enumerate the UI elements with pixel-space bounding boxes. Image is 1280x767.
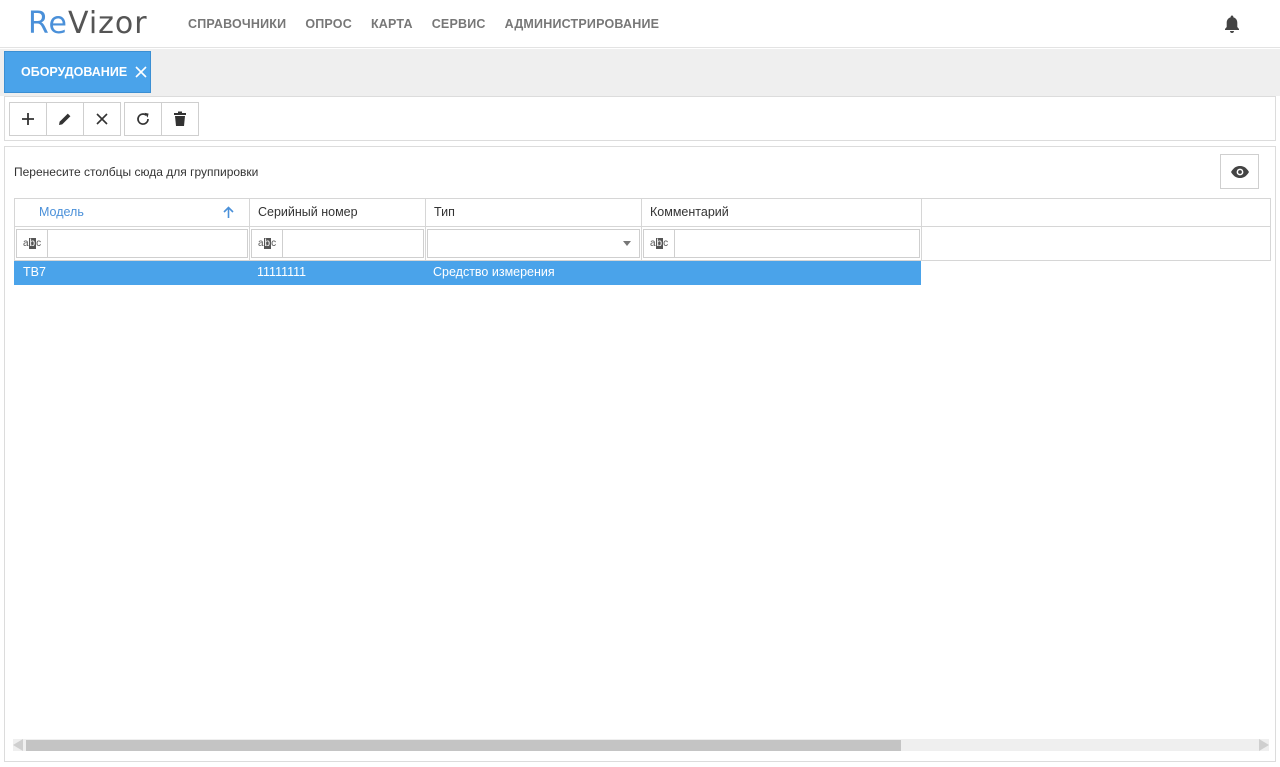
nav-item-survey[interactable]: ОПРОС (305, 17, 352, 31)
eye-icon (1230, 165, 1249, 178)
grid-filter-row: abc abc abc (14, 227, 1271, 261)
text-filter-icon[interactable]: abc (252, 230, 283, 257)
cell-comment (640, 261, 920, 285)
nav-item-map[interactable]: КАРТА (371, 17, 413, 31)
top-bar: ReVizor СПРАВОЧНИКИ ОПРОС КАРТА СЕРВИС А… (0, 0, 1280, 48)
filter-cell-type (426, 227, 642, 260)
refresh-icon (137, 112, 149, 125)
cancel-button[interactable] (83, 102, 121, 136)
toolbar (4, 96, 1276, 141)
scroll-right-arrow[interactable] (1259, 739, 1269, 751)
data-grid: Перенесите столбцы сюда для группировки … (4, 146, 1276, 762)
text-filter-icon[interactable]: abc (644, 230, 675, 257)
column-header-comment[interactable]: Комментарий (642, 199, 922, 226)
filter-cell-model: abc (15, 227, 250, 260)
filter-select-type[interactable] (427, 229, 640, 258)
cell-type: Средство измерения (433, 265, 555, 279)
text-filter-icon[interactable]: abc (17, 230, 48, 257)
add-button[interactable] (9, 102, 47, 136)
filter-cell-comment: abc (642, 227, 922, 260)
column-header-type[interactable]: Тип (426, 199, 642, 226)
sort-ascending-icon (223, 206, 234, 218)
close-icon (96, 113, 108, 125)
tab-strip: ОБОРУДОВАНИЕ (0, 49, 1280, 96)
scrollbar-thumb[interactable] (26, 740, 901, 751)
delete-button[interactable] (161, 102, 199, 136)
tab-equipment[interactable]: ОБОРУДОВАНИЕ (4, 51, 151, 93)
refresh-button[interactable] (124, 102, 162, 136)
column-header-type-label: Тип (434, 205, 455, 219)
tab-equipment-label: ОБОРУДОВАНИЕ (21, 65, 128, 79)
plus-icon (22, 113, 34, 125)
main-nav: СПРАВОЧНИКИ ОПРОС КАРТА СЕРВИС АДМИНИСТР… (188, 0, 678, 48)
column-chooser-button[interactable] (1220, 154, 1259, 189)
logo-part-re: Re (28, 6, 68, 41)
app-logo[interactable]: ReVizor (28, 6, 148, 41)
column-header-serial[interactable]: Серийный номер (250, 199, 426, 226)
column-header-serial-label: Серийный номер (258, 205, 358, 219)
filter-input-serial[interactable]: abc (251, 229, 424, 258)
nav-item-service[interactable]: СЕРВИС (432, 17, 486, 31)
pencil-icon (59, 113, 71, 125)
column-header-comment-label: Комментарий (650, 205, 729, 219)
cell-serial: 11111111 (257, 265, 307, 279)
nav-item-administration[interactable]: АДМИНИСТРИРОВАНИЕ (505, 17, 660, 31)
scroll-left-arrow[interactable] (13, 739, 23, 751)
trash-icon (174, 111, 186, 126)
column-header-model[interactable]: Модель (15, 199, 250, 226)
table-row[interactable]: ТВ7 11111111 Средство измерения (14, 261, 921, 285)
group-panel-hint[interactable]: Перенесите столбцы сюда для группировки (14, 165, 258, 179)
bell-icon[interactable] (1223, 14, 1241, 34)
close-icon[interactable] (134, 65, 148, 79)
horizontal-scrollbar[interactable] (13, 739, 1269, 751)
filter-cell-serial: abc (250, 227, 426, 260)
cell-model: ТВ7 (23, 265, 46, 279)
logo-part-vizor: Vizor (67, 6, 148, 41)
grid-header-row: Модель Серийный номер Тип Комментарий (14, 198, 1271, 227)
column-header-model-label: Модель (39, 205, 84, 219)
edit-button[interactable] (46, 102, 84, 136)
nav-item-directories[interactable]: СПРАВОЧНИКИ (188, 17, 286, 31)
filter-input-comment[interactable]: abc (643, 229, 920, 258)
chevron-down-icon[interactable] (623, 241, 631, 246)
filter-input-model[interactable]: abc (16, 229, 248, 258)
